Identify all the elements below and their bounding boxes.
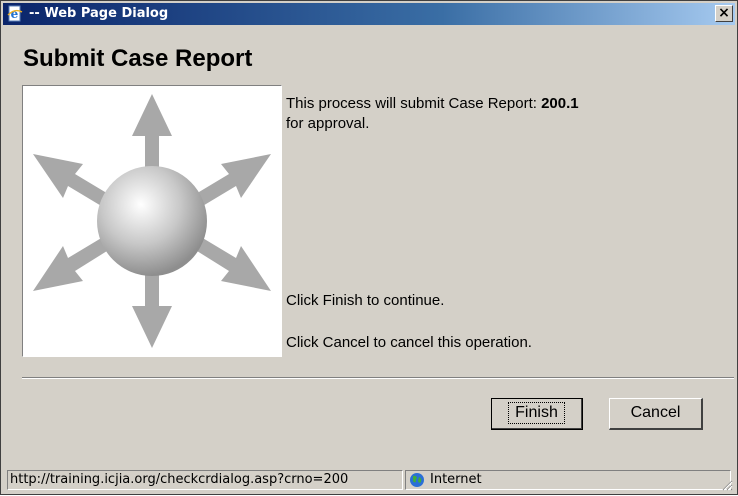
status-bar: http://training.icjia.org/checkcrdialog.… xyxy=(3,468,735,492)
status-url: http://training.icjia.org/checkcrdialog.… xyxy=(7,470,403,490)
finish-instruction: Click Finish to continue. xyxy=(286,292,445,309)
ie-page-icon: e xyxy=(6,5,24,23)
divider xyxy=(22,377,734,379)
dialog-window: e -- Web Page Dialog × Submit Case Repor… xyxy=(0,0,738,495)
title-bar[interactable]: e -- Web Page Dialog × xyxy=(3,3,735,25)
finish-button[interactable]: Finish xyxy=(491,398,583,430)
close-button[interactable]: × xyxy=(715,5,733,22)
page-title: Submit Case Report xyxy=(23,45,253,72)
globe-icon xyxy=(409,472,425,488)
illustration-frame xyxy=(22,85,282,357)
arrows-burst-sphere-icon xyxy=(33,94,271,348)
cancel-instruction: Click Cancel to cancel this operation. xyxy=(286,334,532,351)
message-suffix: for approval. xyxy=(286,115,370,132)
window-title: -- Web Page Dialog xyxy=(29,6,169,21)
svg-text:e: e xyxy=(11,7,19,21)
zone-label: Internet xyxy=(430,472,482,487)
message-prefix: This process will submit Case Report: xyxy=(286,95,542,112)
submit-message: This process will submit Case Report: 20… xyxy=(286,95,579,113)
security-zone: Internet xyxy=(405,470,731,490)
case-number: 200.1 xyxy=(541,95,579,112)
resize-grip-icon[interactable] xyxy=(721,478,733,491)
cancel-button[interactable]: Cancel xyxy=(609,398,703,430)
finish-button-label: Finish xyxy=(508,402,565,424)
